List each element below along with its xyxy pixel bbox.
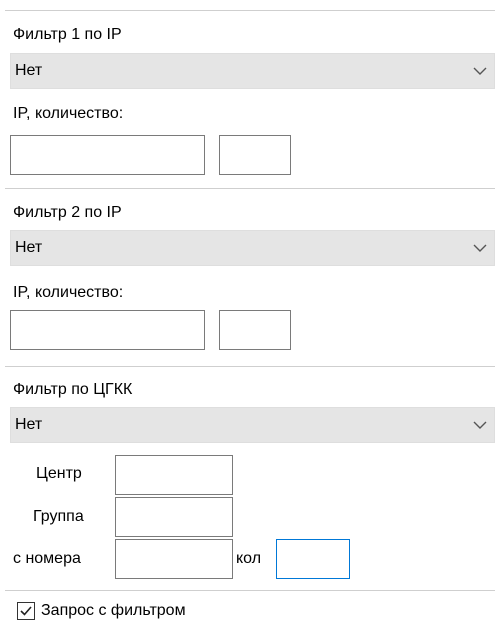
count-label: кол — [236, 550, 262, 567]
filter2-ip-input[interactable] — [10, 310, 205, 350]
separator — [5, 590, 495, 591]
group-input[interactable] — [115, 497, 233, 537]
filter2-title: Фильтр 2 по IP — [13, 204, 122, 221]
chevron-down-icon — [473, 244, 487, 252]
cgkk-dropdown[interactable]: Нет — [10, 407, 495, 443]
filter2-count-input[interactable] — [219, 310, 291, 350]
separator — [5, 366, 495, 367]
filter1-ip-count-label: IP, количество: — [13, 105, 124, 122]
filter2-ip-count-label: IP, количество: — [13, 284, 124, 301]
checkmark-icon — [20, 606, 32, 616]
filter1-title: Фильтр 1 по IP — [13, 26, 122, 43]
cgkk-dropdown-value: Нет — [15, 416, 43, 433]
request-filter-label[interactable]: Запрос с фильтром — [41, 601, 186, 621]
request-filter-checkbox[interactable] — [17, 602, 35, 620]
center-input[interactable] — [115, 455, 233, 495]
filter2-dropdown-value: Нет — [15, 239, 43, 256]
filter1-dropdown-value: Нет — [15, 62, 43, 79]
separator — [5, 10, 495, 11]
from-number-input[interactable] — [115, 539, 233, 579]
chevron-down-icon — [473, 67, 487, 75]
cgkk-filter-title: Фильтр по ЦГКК — [13, 381, 133, 398]
chevron-down-icon — [473, 421, 487, 429]
separator — [5, 188, 495, 189]
filter1-ip-input[interactable] — [10, 135, 205, 175]
center-label: Центр — [36, 465, 82, 482]
cgkk-count-input[interactable] — [276, 539, 350, 579]
filter2-dropdown[interactable]: Нет — [10, 230, 495, 266]
group-label: Группа — [33, 508, 84, 525]
from-number-label: с номера — [13, 550, 81, 567]
filter1-dropdown[interactable]: Нет — [10, 53, 495, 89]
filter1-count-input[interactable] — [219, 135, 291, 175]
